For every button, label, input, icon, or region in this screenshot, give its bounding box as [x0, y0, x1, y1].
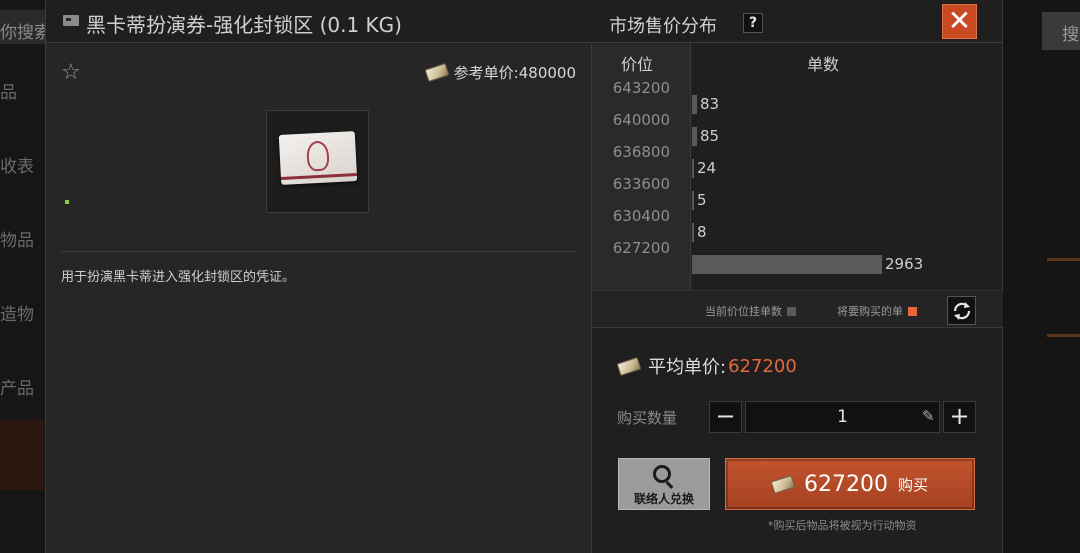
market-title: 市场售价分布 [609, 16, 717, 37]
quantity-decrease-button[interactable]: − [709, 401, 742, 433]
legend-current-swatch [787, 306, 796, 316]
legend-buy-label: 将要购买的单 [837, 305, 903, 318]
background-search-button-label: 搜 [1062, 25, 1079, 45]
contact-exchange-label: 联络人兑换 [633, 492, 694, 506]
money-icon [616, 356, 642, 376]
order-count-label: 85 [700, 127, 720, 145]
pencil-icon[interactable]: ✎ [922, 407, 935, 425]
market-panel: 价位 单数 643200 640000 636800 633600 630400 6272… [591, 44, 1003, 553]
background-item: 收表 [0, 157, 34, 177]
price-level-label: 633600 [612, 175, 670, 193]
card-emblem [306, 140, 330, 172]
money-icon [424, 62, 450, 83]
price-level-label: 640000 [612, 111, 670, 129]
background-search-label: 你搜索 [0, 23, 51, 43]
item-image [278, 131, 358, 185]
background-search-button: 搜 [1042, 12, 1080, 50]
background-highlight [0, 420, 44, 490]
legend-buy: 将要购买的单 [837, 303, 917, 319]
background-item: 品 [0, 83, 17, 103]
help-icon[interactable]: ? [743, 13, 763, 33]
order-count-label: 83 [700, 95, 720, 113]
contact-exchange-button[interactable]: 联络人兑换 [618, 458, 710, 510]
reference-price: 参考单价:480000 [424, 62, 576, 83]
quantity-label: 购买数量 [617, 409, 678, 427]
average-price: 平均单价: 627200 [616, 353, 797, 379]
order-count-chart: 83 85 24 5 8 2963 [690, 44, 1003, 290]
purchase-dialog: 黑卡蒂扮演券-强化封锁区 (0.1 KG) 市场售价分布 ? ✕ ☆ 参考单价:… [45, 0, 1003, 553]
money-icon [770, 474, 796, 494]
order-count-label: 24 [697, 159, 717, 177]
background-divider [1047, 334, 1080, 337]
quantity-increase-button[interactable]: + [943, 401, 976, 433]
refresh-button[interactable] [947, 296, 976, 325]
buy-label: 购买 [897, 475, 928, 494]
background-item: 物品 [0, 231, 34, 251]
dialog-header: 黑卡蒂扮演券-强化封锁区 (0.1 KG) 市场售价分布 ? ✕ [46, 0, 1002, 43]
legend-buy-swatch [908, 306, 917, 316]
background-divider [1047, 258, 1080, 261]
background-item: 造物 [0, 305, 34, 325]
buy-button[interactable]: 627200 购买 [725, 458, 975, 510]
order-count-bar [692, 255, 882, 274]
purchase-note: *购买后物品将被视为行动物资 [768, 519, 917, 532]
order-count-bar [692, 223, 694, 242]
legend-current-label: 当前价位挂单数 [705, 305, 782, 318]
background-right-panel: 搜 [1002, 0, 1080, 553]
favorite-star-icon[interactable]: ☆ [61, 60, 81, 85]
item-detail-panel: ☆ 参考单价:480000 用于扮演黑卡蒂进入强化封锁区的凭证。 [46, 44, 591, 553]
background-search-tab: 你搜索 [0, 10, 51, 44]
order-count-bar [692, 95, 697, 114]
price-level-label: 627200 [612, 239, 670, 257]
order-count-bar [692, 159, 694, 178]
order-count-bar [692, 127, 697, 146]
order-count-label: 2963 [885, 255, 924, 273]
legend: 当前价位挂单数 将要购买的单 [592, 290, 1003, 328]
card-stripe [280, 172, 357, 180]
refresh-icon [953, 302, 971, 320]
background-sidebar: 你搜索 品 收表 物品 造物 产品 [0, 0, 51, 553]
price-level-label: 643200 [612, 79, 670, 97]
item-description: 用于扮演黑卡蒂进入强化封锁区的凭证。 [61, 270, 296, 285]
screen: 你搜索 品 收表 物品 造物 产品 搜 黑卡蒂扮演券-强化封锁区 (0.1 KG… [0, 0, 1080, 553]
buy-price: 627200 [804, 471, 888, 497]
item-title: 黑卡蒂扮演券-强化封锁区 (0.1 KG) [86, 13, 402, 37]
background-item: 产品 [0, 379, 34, 399]
legend-current: 当前价位挂单数 [705, 303, 796, 319]
order-count-label: 5 [697, 191, 707, 209]
reference-price-label: 参考单价:480000 [453, 64, 576, 82]
price-column-header: 价位 [621, 55, 654, 74]
search-icon [653, 465, 671, 483]
price-level-label: 636800 [612, 143, 670, 161]
item-image-frame [266, 110, 369, 213]
close-button[interactable]: ✕ [942, 4, 977, 39]
average-price-value: 627200 [728, 355, 797, 377]
price-level-label: 630400 [612, 207, 670, 225]
id-card-icon [63, 15, 79, 26]
quantity-input[interactable]: 1 [745, 401, 940, 433]
status-dot [65, 200, 69, 204]
average-price-label: 平均单价: [648, 357, 727, 378]
order-count-label: 8 [697, 223, 707, 241]
order-count-bar [692, 191, 694, 210]
divider [61, 251, 576, 252]
